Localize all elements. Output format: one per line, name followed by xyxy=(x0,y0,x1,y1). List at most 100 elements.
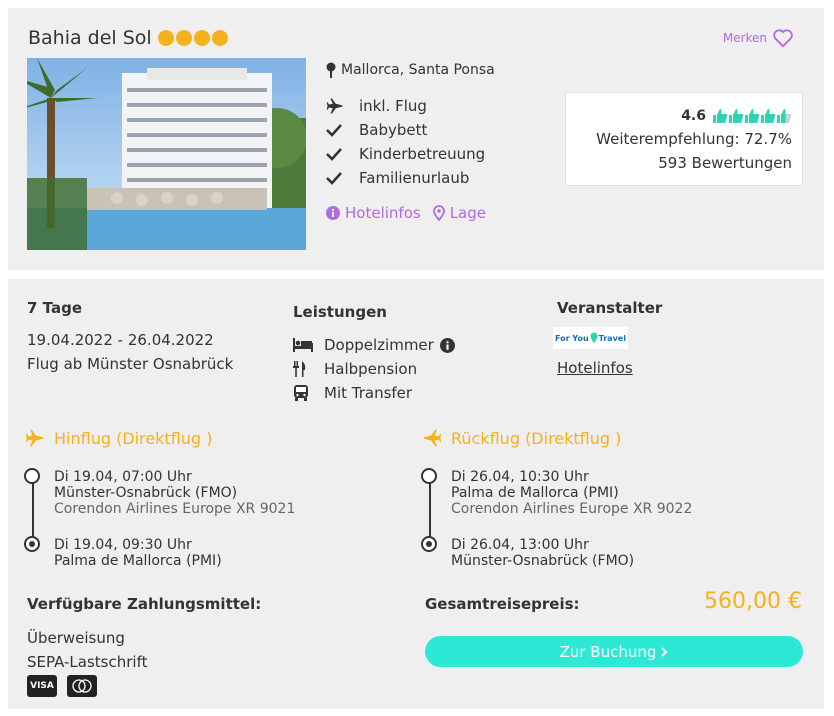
thumb-icon xyxy=(761,109,776,123)
map-pin-icon xyxy=(326,62,336,78)
departure-leg: Di 26.04, 10:30 Uhr Palma de Mallorca (P… xyxy=(451,469,692,517)
operator-hotelinfos-link[interactable]: Hotelinfos xyxy=(557,359,633,377)
hotel-image[interactable] xyxy=(27,58,306,250)
payment-title: Verfügbare Zahlungsmittel: xyxy=(27,595,262,613)
airline: Corendon Airlines Europe XR 9022 xyxy=(451,501,693,517)
thumb-icon xyxy=(713,109,728,123)
hotel-name[interactable]: Bahia del Sol xyxy=(28,27,152,49)
service-list: Doppelzimmer Halbpension Mit Transfer xyxy=(293,333,455,405)
mastercard-icon xyxy=(67,675,97,697)
save-label: Merken xyxy=(722,31,767,45)
departure-airport: Palma de Mallorca (PMI) xyxy=(451,485,619,501)
rating-box[interactable]: 4.6 Weiterempfehlung: 72.7% 593 Bewertun… xyxy=(565,92,803,186)
logo-text: For You xyxy=(555,333,589,343)
plane-icon xyxy=(423,429,442,447)
star-icon xyxy=(175,30,192,46)
heart-icon xyxy=(773,29,793,48)
service-item: Halbpension xyxy=(293,357,455,381)
arrival-airport: Münster-Osnabrück (FMO) xyxy=(451,553,635,569)
total-price: 560,00 € xyxy=(704,589,802,614)
service-item: Mit Transfer xyxy=(293,381,455,405)
arrival-airport: Palma de Mallorca (PMI) xyxy=(54,553,222,569)
departure-leg: Di 19.04, 07:00 Uhr Münster-Osnabrück (F… xyxy=(54,469,295,517)
trip-duration: 7 Tage xyxy=(27,299,82,317)
service-label: Doppelzimmer xyxy=(324,336,434,354)
arrival-dot xyxy=(24,536,40,552)
outbound-header: Hinflug (Direktflug ) xyxy=(24,428,212,448)
recommendation-rate: Weiterempfehlung: 72.7% xyxy=(596,130,792,148)
thumb-icon xyxy=(777,109,792,123)
return-header: Rückflug (Direktflug ) xyxy=(421,428,621,448)
cutlery-icon xyxy=(293,361,324,377)
departure-time: Di 26.04, 10:30 Uhr xyxy=(451,469,589,485)
service-label: Mit Transfer xyxy=(324,384,413,402)
visa-icon: VISA xyxy=(27,675,57,697)
location-text: Mallorca, Santa Ponsa xyxy=(341,62,495,78)
total-title: Gesamtreisepreis: xyxy=(425,595,580,613)
feature-label: Kinderbetreuung xyxy=(359,145,486,163)
arrival-dot xyxy=(421,536,437,552)
departure-dot xyxy=(24,468,40,484)
star-icon xyxy=(157,30,174,46)
thumb-icon xyxy=(745,109,760,123)
check-icon xyxy=(326,123,359,137)
feature-item: Familienurlaub xyxy=(326,166,485,190)
star-icon xyxy=(211,30,228,46)
timeline-line xyxy=(429,481,431,543)
hotel-location: Mallorca, Santa Ponsa xyxy=(326,62,495,78)
hotelinfos-link[interactable]: Hotelinfos xyxy=(326,204,421,222)
payment-method: Überweisung xyxy=(27,629,125,647)
feature-item: inkl. Flug xyxy=(326,94,485,118)
trip-info: 19.04.2022 - 26.04.2022 Flug ab Münster … xyxy=(27,328,233,376)
booking-button[interactable]: Zur Buchung xyxy=(425,636,803,667)
service-item: Doppelzimmer xyxy=(293,333,455,357)
payment-method: SEPA-Lastschrift xyxy=(27,653,148,671)
location-link[interactable]: Lage xyxy=(432,204,486,222)
feature-item: Kinderbetreuung xyxy=(326,142,485,166)
return-timeline: Di 26.04, 10:30 Uhr Palma de Mallorca (P… xyxy=(421,467,801,569)
hotelinfos-label: Hotelinfos xyxy=(345,204,421,222)
payment-icons: VISA xyxy=(27,675,97,697)
check-icon xyxy=(326,171,359,185)
departure-dot xyxy=(421,468,437,484)
arrival-time: Di 19.04, 09:30 Uhr xyxy=(54,537,192,553)
departure-airport: Münster-Osnabrück (FMO) xyxy=(54,485,238,501)
service-label: Halbpension xyxy=(324,360,418,378)
feature-list: inkl. Flug Babybett Kinderbetreuung Fami… xyxy=(326,94,485,190)
bus-icon xyxy=(293,385,324,401)
arrival-leg: Di 26.04, 13:00 Uhr Münster-Osnabrück (F… xyxy=(451,537,634,569)
hotel-title: Bahia del Sol xyxy=(28,27,228,49)
bed-icon xyxy=(293,338,324,352)
outbound-timeline: Di 19.04, 07:00 Uhr Münster-Osnabrück (F… xyxy=(24,467,404,569)
map-pin-icon xyxy=(590,332,598,343)
thumb-icon xyxy=(729,109,744,123)
chevron-right-icon xyxy=(661,646,668,657)
map-marker-icon xyxy=(432,205,445,221)
feature-item: Babybett xyxy=(326,118,485,142)
plane-icon xyxy=(25,429,44,447)
departure-time: Di 19.04, 07:00 Uhr xyxy=(54,469,192,485)
offer-card: 7 Tage 19.04.2022 - 26.04.2022 Flug ab M… xyxy=(8,279,824,709)
services-title: Leistungen xyxy=(293,303,387,321)
booking-label: Zur Buchung xyxy=(559,642,657,661)
payment-methods: Überweisung SEPA-Lastschrift xyxy=(27,626,147,674)
feature-label: inkl. Flug xyxy=(359,97,427,115)
arrival-leg: Di 19.04, 09:30 Uhr Palma de Mallorca (P… xyxy=(54,537,222,569)
airline: Corendon Airlines Europe XR 9021 xyxy=(54,501,296,517)
trip-dates: 19.04.2022 - 26.04.2022 xyxy=(27,331,214,349)
rating-line: 4.6 xyxy=(566,105,792,127)
trip-departure: Flug ab Münster Osnabrück xyxy=(27,355,234,373)
outbound-title: Hinflug (Direktflug ) xyxy=(54,428,213,448)
check-icon xyxy=(326,147,359,161)
plane-icon xyxy=(326,97,359,115)
feature-label: Babybett xyxy=(359,121,428,139)
hotel-stars xyxy=(157,30,228,46)
operator-title: Veranstalter xyxy=(557,299,663,317)
return-title: Rückflug (Direktflug ) xyxy=(451,428,622,448)
arrival-time: Di 26.04, 13:00 Uhr xyxy=(451,537,589,553)
feature-label: Familienurlaub xyxy=(359,169,470,187)
rating-thumbs xyxy=(712,108,792,124)
save-button[interactable]: Merken xyxy=(723,28,794,48)
hotel-photo xyxy=(27,58,306,250)
info-icon[interactable] xyxy=(439,337,455,353)
